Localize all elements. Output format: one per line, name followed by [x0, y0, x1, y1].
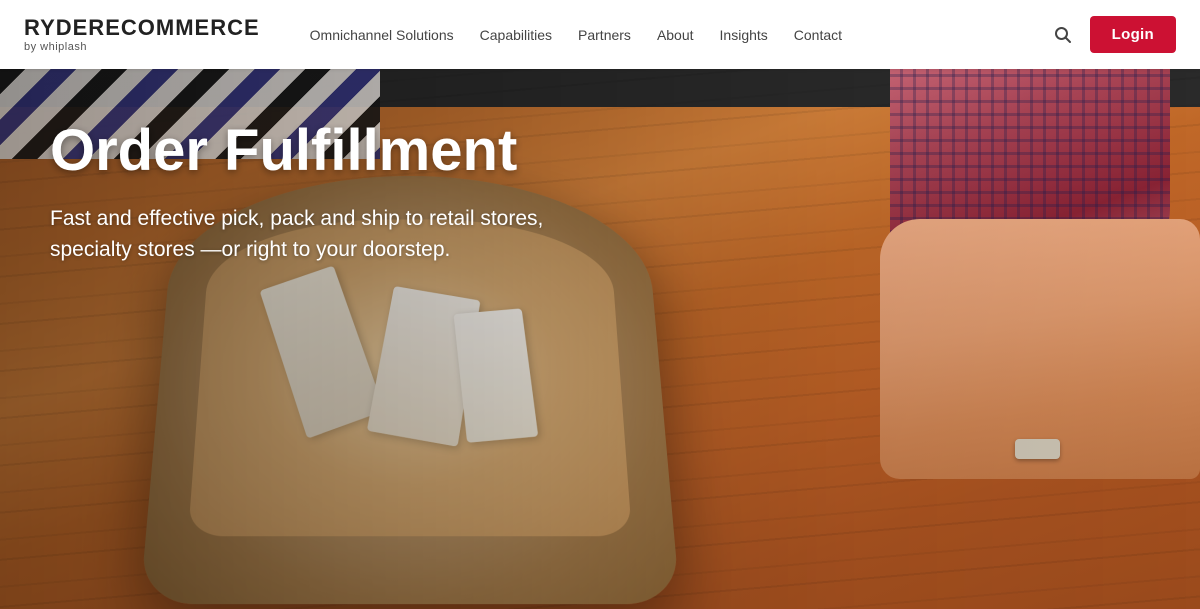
nav-item-contact[interactable]: Contact [784, 21, 852, 49]
navbar: RYDERECOMMERCE by whiplash Omnichannel S… [0, 0, 1200, 69]
search-icon [1054, 26, 1072, 44]
hero-subtitle: Fast and effective pick, pack and ship t… [50, 203, 570, 266]
nav-item-capabilities[interactable]: Capabilities [470, 21, 562, 49]
nav-actions: Login [1050, 16, 1176, 53]
hero-section: Order Fulfillment Fast and effective pic… [0, 69, 1200, 609]
logo-sub: by whiplash [24, 41, 87, 53]
nav-item-partners[interactable]: Partners [568, 21, 641, 49]
hero-content: Order Fulfillment Fast and effective pic… [50, 119, 570, 266]
nav-item-omnichannel[interactable]: Omnichannel Solutions [300, 21, 464, 49]
logo-ryder-text: RYDER [24, 15, 105, 40]
nav-item-insights[interactable]: Insights [710, 21, 778, 49]
nav-item-about[interactable]: About [647, 21, 704, 49]
login-button[interactable]: Login [1090, 16, 1176, 53]
hero-title: Order Fulfillment [50, 119, 570, 183]
nav-links: Omnichannel Solutions Capabilities Partn… [300, 21, 1050, 49]
logo-brand: RYDERECOMMERCE [24, 16, 260, 40]
search-button[interactable] [1050, 22, 1076, 48]
logo: RYDERECOMMERCE by whiplash [24, 16, 260, 52]
